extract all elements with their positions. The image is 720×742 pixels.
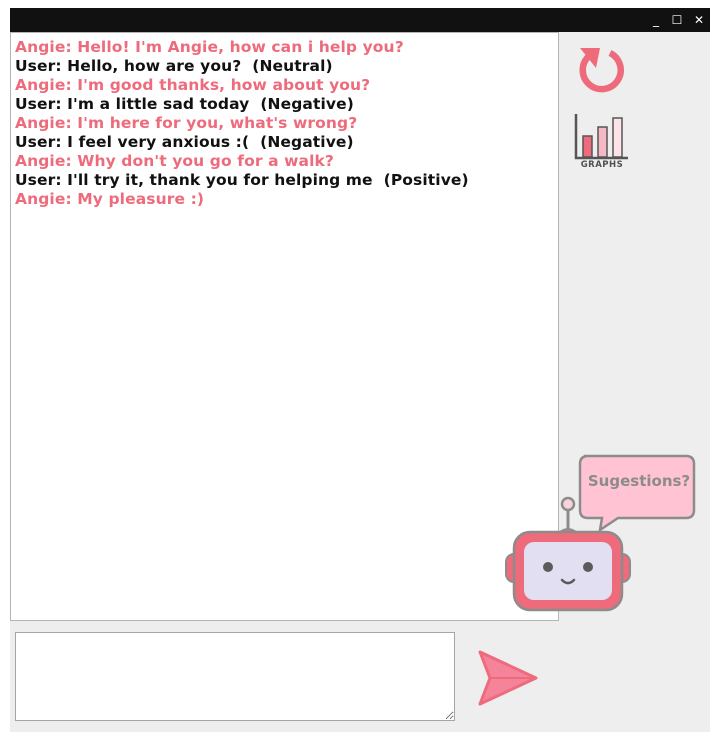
user-message: User: I feel very anxious :( (Negative) [15,133,354,151]
angie-message: Angie: I'm good thanks, how about you? [15,76,371,94]
angie-message: Angie: Hello! I'm Angie, how can i help … [15,38,404,56]
angie-message: Angie: I'm here for you, what's wrong? [15,114,358,132]
close-button[interactable]: ✕ [690,11,708,29]
refresh-icon[interactable] [574,42,628,96]
app-window: _ ☐ ✕ Angie: Hello! I'm Angie, how can i… [10,8,710,732]
title-bar: _ ☐ ✕ [10,8,710,32]
graphs-icon[interactable] [574,112,630,160]
graphs-label: GRAPHS [580,160,624,170]
angie-message: Angie: Why don't you go for a walk? [15,152,335,170]
message-list: Angie: Hello! I'm Angie, how can i help … [15,38,554,209]
suggestions-label[interactable]: Sugestions? [584,472,694,490]
minimize-button[interactable]: _ [647,11,665,29]
maximize-button[interactable]: ☐ [668,11,686,29]
chat-history[interactable]: Angie: Hello! I'm Angie, how can i help … [10,32,559,621]
angie-message: Angie: My pleasure :) [15,190,205,208]
message-input[interactable] [15,632,455,721]
user-message: User: Hello, how are you? (Neutral) [15,57,333,75]
send-button[interactable] [476,648,540,708]
user-message: User: I'm a little sad today (Negative) [15,95,354,113]
robot-icon[interactable] [500,494,640,614]
user-message: User: I'll try it, thank you for helping… [15,171,469,189]
